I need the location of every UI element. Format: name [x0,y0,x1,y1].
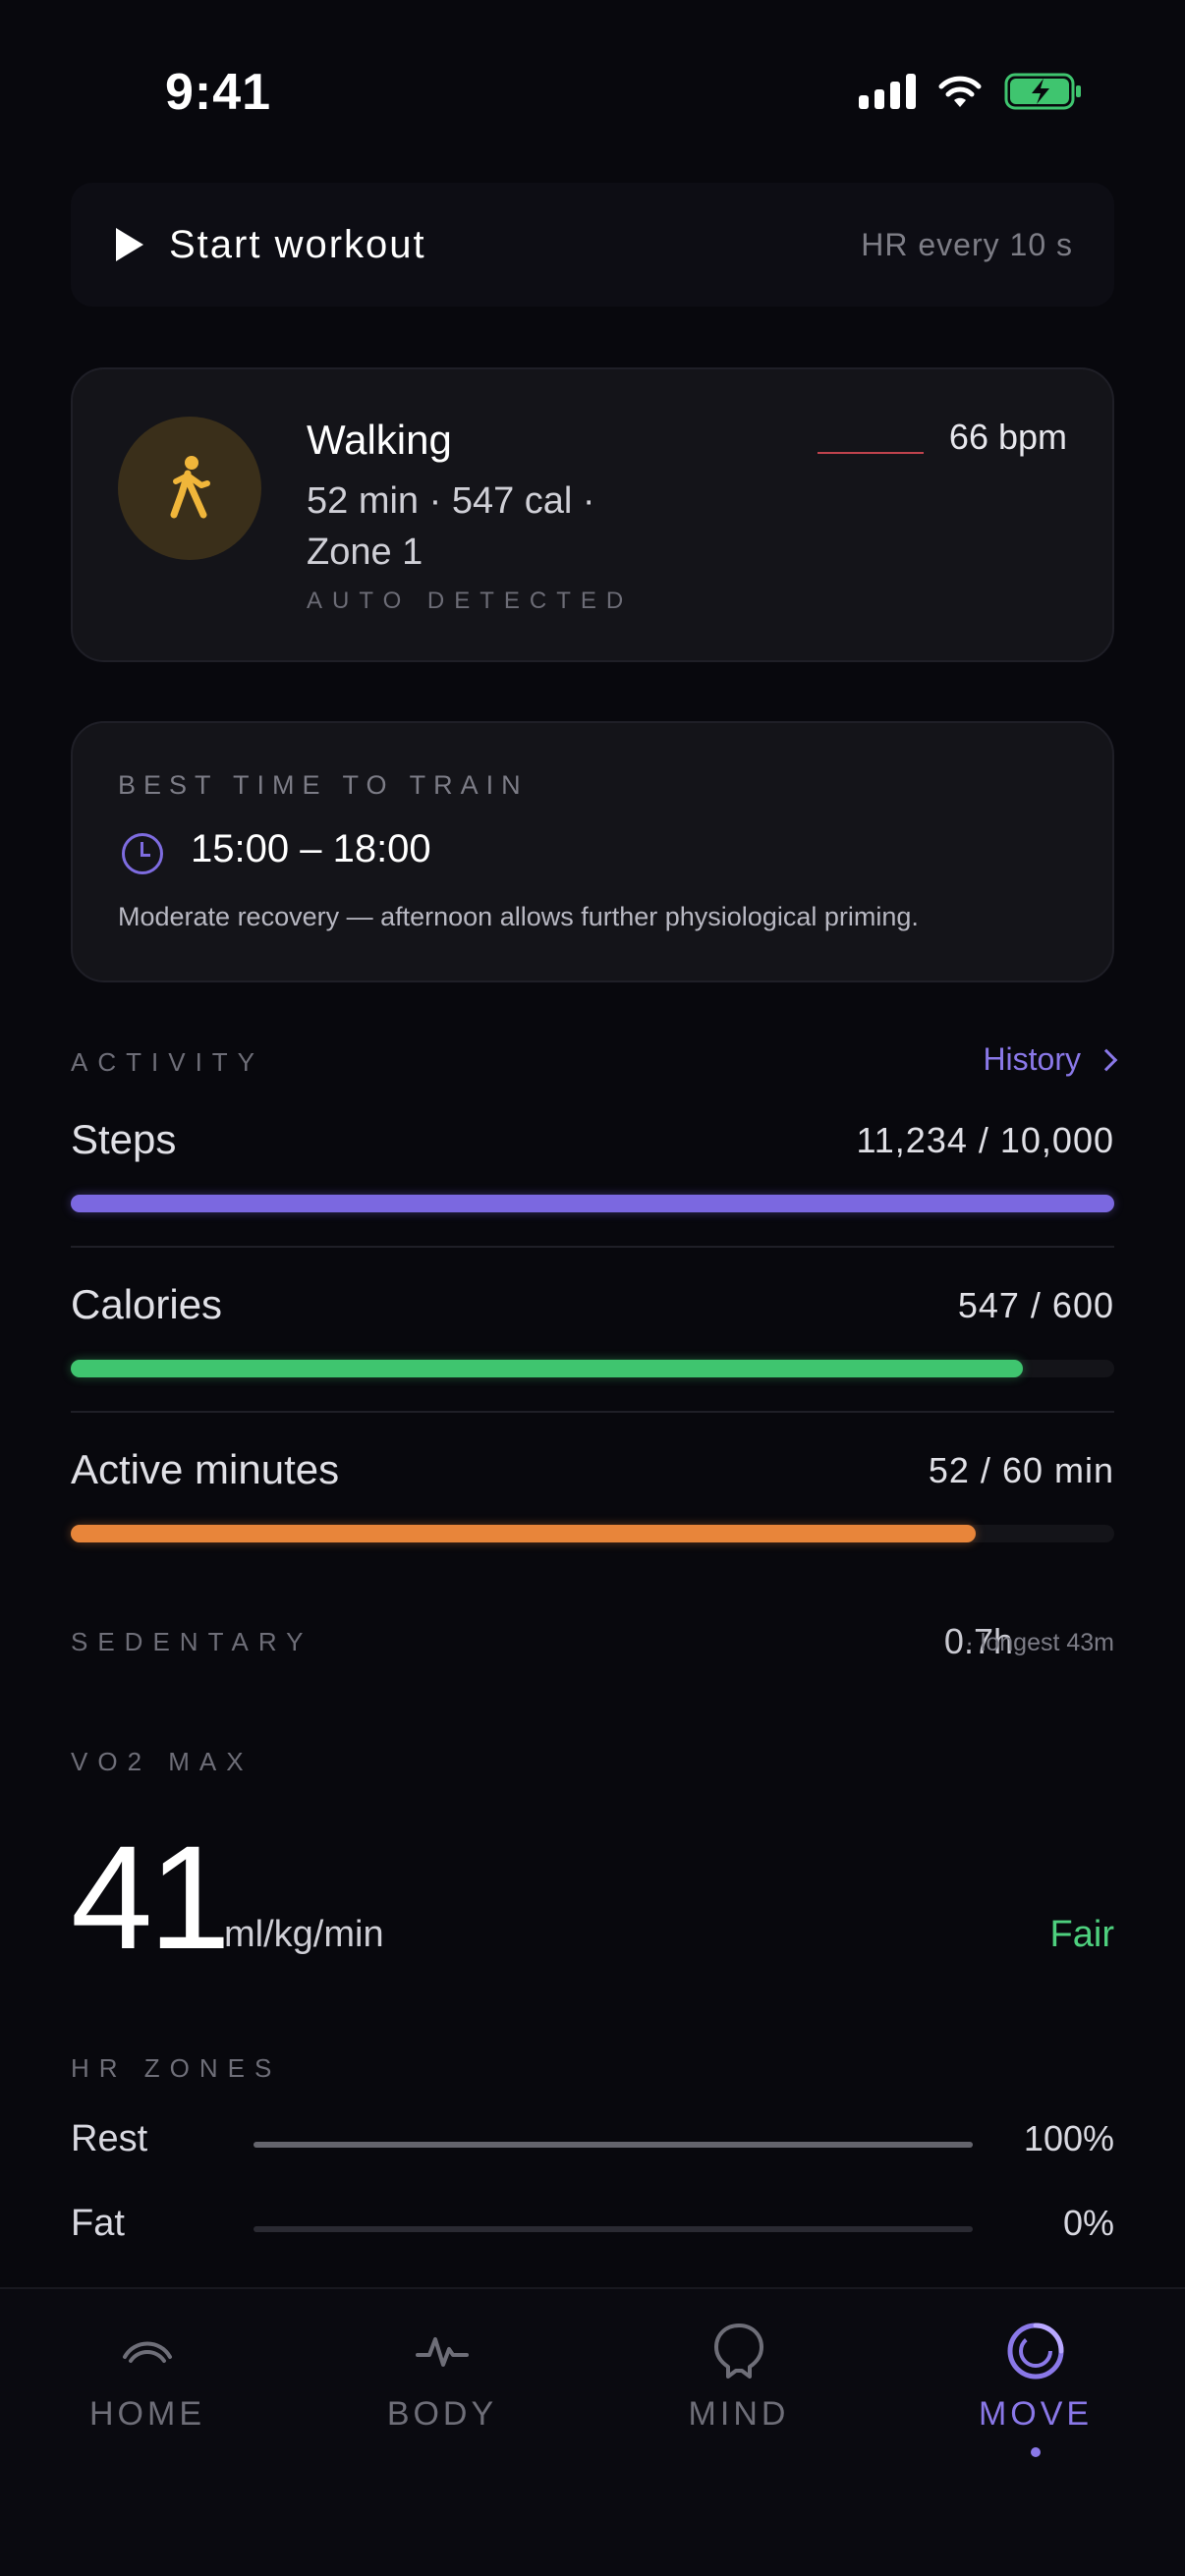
zone-track [254,2142,973,2148]
clock-icon [122,833,163,874]
sedentary-longest: · longest 43m [965,1629,1114,1656]
history-link[interactable]: History [983,1041,1118,1078]
vo2-max-unit: ml/kg/min [224,1914,384,1955]
metric-label: Calories [71,1281,223,1327]
start-workout-button[interactable]: Start workout HR every 10 s [71,183,1114,307]
cellular-signal-icon [859,74,916,109]
walking-person-icon [170,456,210,519]
divider [71,1246,1114,1248]
tab-bar: HOME BODY MIND MOVE [0,2287,1185,2576]
metric-value: 52 / 60 min [928,1450,1114,1490]
zone-percent: 0% [1062,2203,1114,2243]
progress-track [71,1360,1114,1377]
play-icon [116,228,143,261]
progress-fill [71,1195,1114,1212]
zone-label: Rest [71,2118,148,2159]
active-tab-indicator [1031,2447,1041,2457]
hr-zone-row-fat: Fat 0% [71,2203,1114,2262]
status-icons [859,73,1083,110]
tab-mind[interactable]: MIND [621,2317,857,2434]
walking-avatar [118,417,261,560]
heart-rate-value: 66 bpm [948,417,1067,457]
tab-label: MOVE [978,2395,1094,2433]
tab-label: BODY [386,2395,498,2433]
tab-body[interactable]: BODY [324,2317,560,2434]
status-time: 9:41 [165,64,272,121]
progress-fill [71,1360,1023,1377]
zone-percent: 100% [1023,2118,1114,2158]
home-icon [29,2317,265,2385]
best-time-header: BEST TIME TO TRAIN [118,770,529,800]
metric-label: Active minutes [71,1446,340,1492]
metric-steps[interactable]: Steps 11,234 / 10,000 [71,1116,1114,1281]
auto-detected-label: AUTO DETECTED [307,588,634,614]
tab-home[interactable]: HOME [29,2317,265,2434]
metric-label: Steps [71,1116,177,1162]
head-icon [621,2317,857,2385]
heart-rate-sparkline [818,452,924,454]
battery-charging-icon [1004,73,1083,110]
progress-fill [71,1525,976,1542]
vo2-max-value: 41 [71,1815,231,1980]
pulse-icon [324,2317,560,2385]
history-label: History [983,1041,1081,1077]
wifi-icon [937,74,983,109]
metric-value: 547 / 600 [957,1285,1114,1325]
hr-interval-text: HR every 10 s [861,226,1073,262]
hr-zones-label: HR ZONES [71,2053,282,2083]
zone-track [254,2226,973,2232]
tab-label: HOME [89,2395,205,2433]
sedentary-label: SEDENTARY [71,1627,313,1656]
zone-label: Fat [71,2203,125,2244]
divider [71,1411,1114,1413]
progress-track [71,1195,1114,1212]
activity-section-label: ACTIVITY [71,1047,265,1077]
hr-zone-row-rest: Rest 100% [71,2118,1114,2177]
progress-track [71,1525,1114,1542]
status-bar: 9:41 [0,0,1185,147]
ring-icon [918,2317,1154,2385]
metric-calories[interactable]: Calories 547 / 600 [71,1281,1114,1446]
best-time-card: BEST TIME TO TRAIN 15:00 – 18:00 Moderat… [71,721,1114,982]
metric-active-minutes[interactable]: Active minutes 52 / 60 min [71,1446,1114,1611]
activity-title: Walking [307,417,452,463]
best-time-window: 15:00 – 18:00 [191,827,431,870]
metric-value: 11,234 / 10,000 [856,1120,1114,1160]
walking-activity-card[interactable]: Walking 52 min · 547 cal · Zone 1 AUTO D… [71,367,1114,662]
tab-label: MIND [688,2395,790,2433]
zone-fill [254,2142,973,2148]
activity-stats: 52 min · 547 cal · Zone 1 [307,480,595,573]
vo2-max-rating: Fair [1049,1914,1114,1955]
best-time-description: Moderate recovery — afternoon allows fur… [118,902,919,931]
start-workout-label: Start workout [169,222,426,266]
chevron-right-icon [1095,1048,1118,1071]
vo2-max-label: VO2 MAX [71,1747,254,1776]
move-screen: 9:41 Start workout HR every 10 s Walking… [0,0,1185,2576]
tab-move[interactable]: MOVE [918,2317,1154,2457]
